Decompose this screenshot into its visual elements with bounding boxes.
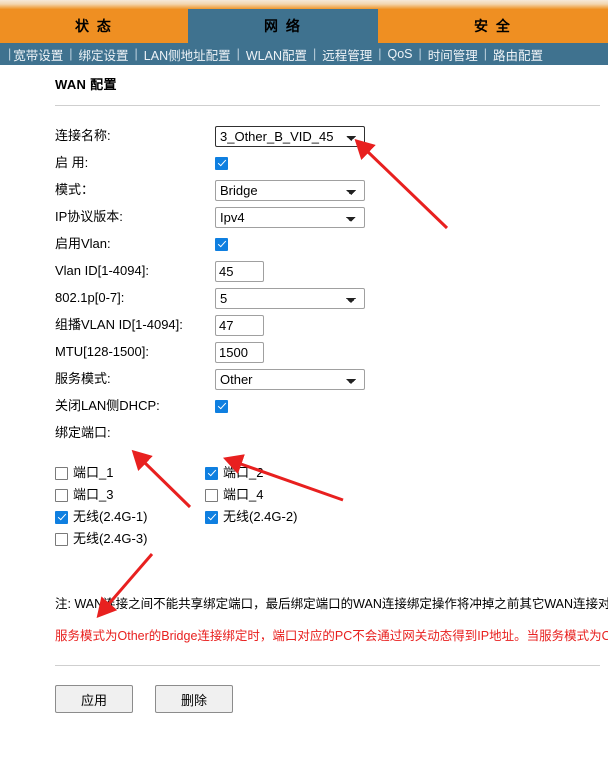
form-row-disable-lan-dhcp: 关闭LAN侧DHCP:	[55, 395, 600, 417]
button-bar: 应用 删除	[55, 685, 233, 713]
label-ip-version: IP协议版本:	[55, 209, 123, 224]
wlan24g3-checkbox[interactable]	[55, 532, 68, 546]
label-enable: 启 用:	[55, 155, 89, 170]
label-mtu: MTU[128-1500]:	[55, 344, 149, 359]
port2-checkbox[interactable]	[205, 466, 218, 480]
sub-navigation-bar: | 宽带设置 | 绑定设置 | LAN侧地址配置 | WLAN配置 | 远程管理…	[0, 43, 608, 65]
label-connection-name: 连接名称:	[55, 128, 111, 143]
warning-text: 服务模式为Other的Bridge连接绑定时，端口对应的PC不会通过网关动态得到…	[55, 629, 608, 643]
sidebar-item-time-mgmt[interactable]: 时间管理	[428, 45, 478, 64]
tab-network[interactable]: 网 络	[188, 9, 378, 43]
wlan24g2-label: 无线(2.4G-2)	[223, 509, 298, 524]
title-divider	[55, 105, 600, 106]
port-row: 端口_3 端口_4	[55, 485, 600, 505]
subnav-separator: |	[378, 47, 382, 61]
port-option-port2[interactable]: 端口_2	[205, 463, 355, 483]
sidebar-item-qos[interactable]: QoS	[388, 47, 413, 61]
port-option-port3[interactable]: 端口_3	[55, 485, 205, 505]
label-mode: 模式：	[55, 182, 95, 197]
tab-security-label: 安 全	[474, 18, 512, 34]
apply-button[interactable]: 应用	[55, 685, 133, 713]
main-tab-bar: 状 态 网 络 安 全	[0, 9, 608, 43]
button-divider	[55, 665, 600, 666]
disable-lan-dhcp-checkbox[interactable]	[215, 399, 228, 413]
top-gradient-strip	[0, 0, 608, 9]
port4-label: 端口_4	[223, 487, 264, 502]
form-row-mtu: MTU[128-1500]:	[55, 341, 600, 363]
tab-status-label: 状 态	[75, 18, 113, 34]
port4-checkbox[interactable]	[205, 488, 218, 502]
port-option-wlan24g3[interactable]: 无线(2.4G-3)	[55, 529, 205, 549]
subnav-separator: |	[312, 47, 317, 61]
router-admin-page: 状 态 网 络 安 全 | 宽带设置 | 绑定设置 | LAN侧地址配置 | W…	[0, 0, 608, 769]
subnav-separator: |	[418, 47, 422, 61]
port-row: 无线(2.4G-3)	[55, 529, 600, 549]
label-vlan-id: Vlan ID[1-4094]:	[55, 263, 149, 278]
page-title: WAN 配置	[55, 77, 117, 92]
form-row-service-mode: 服务模式: Other	[55, 368, 600, 390]
label-multicast-vlan-id: 组播VLAN ID[1-4094]:	[55, 317, 183, 332]
label-disable-lan-dhcp: 关闭LAN侧DHCP:	[55, 398, 160, 413]
label-8021p: 802.1p[0-7]:	[55, 290, 125, 305]
note-text: 注: WAN连接之间不能共享绑定端口，最后绑定端口的WAN连接绑定操作将冲掉之前…	[55, 597, 608, 611]
priority-8021p-select[interactable]: 5	[215, 287, 365, 309]
subnav-separator: |	[69, 47, 73, 61]
sidebar-item-route[interactable]: 路由配置	[493, 45, 543, 64]
subnav-separator: |	[134, 47, 138, 61]
port3-checkbox[interactable]	[55, 488, 68, 502]
port-row: 端口_1 端口_2	[55, 463, 600, 483]
sidebar-item-remote-mgmt[interactable]: 远程管理	[322, 45, 372, 64]
form-row-enable: 启 用:	[55, 152, 600, 174]
wlan24g2-checkbox[interactable]	[205, 510, 218, 524]
sidebar-item-broadband[interactable]: 宽带设置	[13, 45, 63, 64]
wan-config-form: 连接名称: 3_Other_B_VID_45 启 用: 模式： Bridge I…	[55, 125, 600, 449]
sidebar-item-binding[interactable]: 绑定设置	[79, 45, 129, 64]
delete-button[interactable]: 删除	[155, 685, 233, 713]
port2-label: 端口_2	[223, 465, 264, 480]
wlan24g1-label: 无线(2.4G-1)	[73, 509, 148, 524]
service-mode-select[interactable]: Other	[215, 368, 365, 390]
subnav-separator: |	[236, 47, 240, 61]
form-row-ip-version: IP协议版本: Ipv4	[55, 206, 600, 228]
port-option-wlan24g2[interactable]: 无线(2.4G-2)	[205, 507, 355, 527]
enable-checkbox[interactable]	[215, 156, 228, 170]
wlan24g3-label: 无线(2.4G-3)	[73, 531, 148, 546]
vlan-id-input[interactable]	[215, 260, 264, 282]
port-option-port4[interactable]: 端口_4	[205, 485, 355, 505]
tab-network-label: 网 络	[264, 18, 302, 34]
tab-status[interactable]: 状 态	[0, 9, 188, 43]
label-bind-ports: 绑定端口:	[55, 425, 111, 440]
form-row-bind-ports-label: 绑定端口:	[55, 422, 600, 444]
form-row-enable-vlan: 启用Vlan:	[55, 233, 600, 255]
subnav-separator: |	[483, 47, 488, 61]
port1-label: 端口_1	[73, 465, 114, 480]
mtu-input[interactable]	[215, 341, 264, 363]
wlan24g1-checkbox[interactable]	[55, 510, 68, 524]
multicast-vlan-id-input[interactable]	[215, 314, 264, 336]
enable-vlan-checkbox[interactable]	[215, 237, 228, 251]
tab-security[interactable]: 安 全	[378, 9, 608, 43]
form-row-8021p: 802.1p[0-7]: 5	[55, 287, 600, 309]
port-row: 无线(2.4G-1) 无线(2.4G-2)	[55, 507, 600, 527]
mode-select[interactable]: Bridge	[215, 179, 365, 201]
subnav-lead-separator: |	[8, 47, 12, 61]
content-area: WAN 配置 连接名称: 3_Other_B_VID_45 启 用: 模式： B…	[0, 65, 608, 769]
ip-version-select[interactable]: Ipv4	[215, 206, 365, 228]
port1-checkbox[interactable]	[55, 466, 68, 480]
sidebar-item-lan-addr[interactable]: LAN侧地址配置	[144, 45, 231, 64]
port3-label: 端口_3	[73, 487, 114, 502]
port-option-wlan24g1[interactable]: 无线(2.4G-1)	[55, 507, 205, 527]
bind-ports-grid: 端口_1 端口_2 端口_3 端口_4 无线(2.4G-1) 无线(2.4G-2…	[55, 463, 600, 551]
label-enable-vlan: 启用Vlan:	[55, 236, 111, 251]
form-row-vlan-id: Vlan ID[1-4094]:	[55, 260, 600, 282]
label-service-mode: 服务模式:	[55, 371, 111, 386]
port-option-port1[interactable]: 端口_1	[55, 463, 205, 483]
form-row-connection-name: 连接名称: 3_Other_B_VID_45	[55, 125, 600, 147]
form-row-multicast-vlan-id: 组播VLAN ID[1-4094]:	[55, 314, 600, 336]
connection-name-select[interactable]: 3_Other_B_VID_45	[215, 125, 365, 147]
sidebar-item-wlan[interactable]: WLAN配置	[246, 45, 307, 64]
form-row-mode: 模式： Bridge	[55, 179, 600, 201]
